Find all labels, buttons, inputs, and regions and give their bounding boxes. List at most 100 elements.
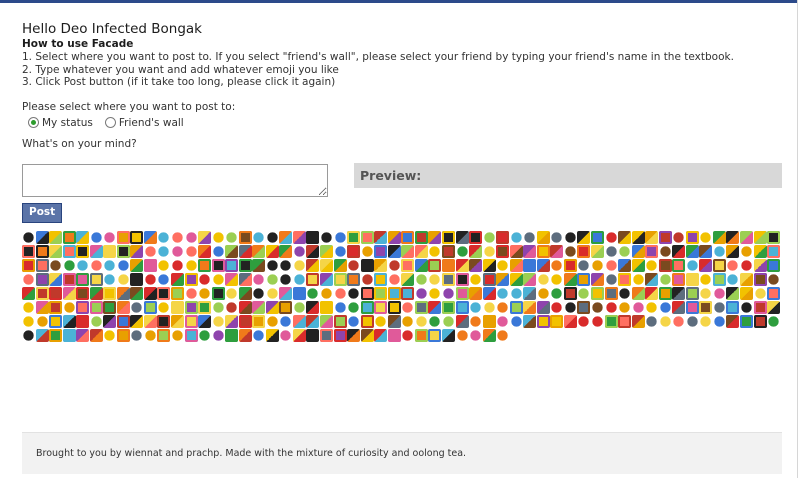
emoji-icon[interactable]	[469, 314, 483, 328]
emoji-icon[interactable]	[89, 230, 103, 244]
emoji-icon[interactable]	[76, 272, 90, 286]
emoji-icon[interactable]	[563, 314, 577, 328]
emoji-icon[interactable]	[550, 272, 564, 286]
emoji-icon[interactable]	[76, 244, 90, 258]
emoji-icon[interactable]	[618, 258, 632, 272]
emoji-icon[interactable]	[130, 314, 144, 328]
emoji-icon[interactable]	[685, 230, 699, 244]
emoji-icon[interactable]	[739, 244, 753, 258]
emoji-icon[interactable]	[143, 230, 157, 244]
emoji-icon[interactable]	[35, 258, 49, 272]
emoji-icon[interactable]	[292, 314, 306, 328]
emoji-icon[interactable]	[360, 328, 374, 342]
emoji-icon[interactable]	[265, 300, 279, 314]
emoji-icon[interactable]	[645, 300, 659, 314]
emoji-icon[interactable]	[130, 328, 144, 342]
emoji-icon[interactable]	[645, 244, 659, 258]
radio-my-status[interactable]	[28, 117, 39, 128]
emoji-icon[interactable]	[699, 314, 713, 328]
emoji-icon[interactable]	[767, 300, 781, 314]
emoji-icon[interactable]	[577, 286, 591, 300]
emoji-icon[interactable]	[739, 300, 753, 314]
emoji-icon[interactable]	[116, 286, 130, 300]
emoji-icon[interactable]	[265, 258, 279, 272]
emoji-icon[interactable]	[198, 328, 212, 342]
emoji-icon[interactable]	[401, 258, 415, 272]
emoji-icon[interactable]	[130, 286, 144, 300]
emoji-icon[interactable]	[130, 244, 144, 258]
emoji-icon[interactable]	[238, 300, 252, 314]
emoji-icon[interactable]	[685, 286, 699, 300]
emoji-icon[interactable]	[252, 300, 266, 314]
emoji-icon[interactable]	[577, 258, 591, 272]
emoji-icon[interactable]	[726, 286, 740, 300]
emoji-icon[interactable]	[374, 230, 388, 244]
emoji-icon[interactable]	[672, 244, 686, 258]
emoji-icon[interactable]	[536, 314, 550, 328]
emoji-icon[interactable]	[292, 272, 306, 286]
emoji-icon[interactable]	[496, 328, 510, 342]
emoji-icon[interactable]	[496, 314, 510, 328]
emoji-icon[interactable]	[157, 244, 171, 258]
emoji-icon[interactable]	[482, 258, 496, 272]
radio-option-my-status[interactable]: My status	[28, 116, 93, 130]
emoji-icon[interactable]	[482, 314, 496, 328]
emoji-icon[interactable]	[62, 258, 76, 272]
emoji-icon[interactable]	[211, 286, 225, 300]
emoji-icon[interactable]	[171, 328, 185, 342]
emoji-icon[interactable]	[49, 314, 63, 328]
emoji-icon[interactable]	[103, 314, 117, 328]
emoji-icon[interactable]	[171, 314, 185, 328]
emoji-icon[interactable]	[414, 230, 428, 244]
emoji-icon[interactable]	[753, 230, 767, 244]
emoji-icon[interactable]	[482, 300, 496, 314]
emoji-icon[interactable]	[103, 244, 117, 258]
emoji-icon[interactable]	[49, 300, 63, 314]
emoji-icon[interactable]	[699, 230, 713, 244]
emoji-icon[interactable]	[753, 300, 767, 314]
emoji-icon[interactable]	[103, 328, 117, 342]
emoji-icon[interactable]	[320, 244, 334, 258]
emoji-icon[interactable]	[360, 286, 374, 300]
emoji-icon[interactable]	[428, 300, 442, 314]
emoji-icon[interactable]	[49, 328, 63, 342]
emoji-icon[interactable]	[143, 300, 157, 314]
emoji-icon[interactable]	[767, 244, 781, 258]
emoji-icon[interactable]	[225, 286, 239, 300]
emoji-icon[interactable]	[523, 286, 537, 300]
emoji-icon[interactable]	[672, 314, 686, 328]
emoji-icon[interactable]	[387, 258, 401, 272]
emoji-icon[interactable]	[171, 286, 185, 300]
emoji-icon[interactable]	[143, 286, 157, 300]
emoji-icon[interactable]	[279, 258, 293, 272]
emoji-icon[interactable]	[292, 286, 306, 300]
emoji-icon[interactable]	[89, 258, 103, 272]
emoji-icon[interactable]	[157, 258, 171, 272]
emoji-icon[interactable]	[726, 272, 740, 286]
emoji-icon[interactable]	[252, 230, 266, 244]
emoji-icon[interactable]	[116, 328, 130, 342]
emoji-icon[interactable]	[699, 272, 713, 286]
emoji-icon[interactable]	[279, 300, 293, 314]
emoji-icon[interactable]	[360, 314, 374, 328]
emoji-icon[interactable]	[455, 244, 469, 258]
emoji-icon[interactable]	[252, 272, 266, 286]
emoji-icon[interactable]	[550, 230, 564, 244]
emoji-icon[interactable]	[184, 258, 198, 272]
emoji-icon[interactable]	[347, 314, 361, 328]
emoji-icon[interactable]	[22, 272, 35, 286]
emoji-icon[interactable]	[469, 328, 483, 342]
emoji-icon[interactable]	[279, 328, 293, 342]
emoji-icon[interactable]	[279, 230, 293, 244]
emoji-icon[interactable]	[238, 244, 252, 258]
emoji-icon[interactable]	[238, 328, 252, 342]
emoji-icon[interactable]	[184, 300, 198, 314]
emoji-icon[interactable]	[604, 286, 618, 300]
emoji-icon[interactable]	[536, 286, 550, 300]
emoji-icon[interactable]	[211, 328, 225, 342]
emoji-icon[interactable]	[726, 230, 740, 244]
emoji-icon[interactable]	[550, 258, 564, 272]
emoji-icon[interactable]	[238, 230, 252, 244]
emoji-icon[interactable]	[726, 258, 740, 272]
emoji-icon[interactable]	[62, 300, 76, 314]
